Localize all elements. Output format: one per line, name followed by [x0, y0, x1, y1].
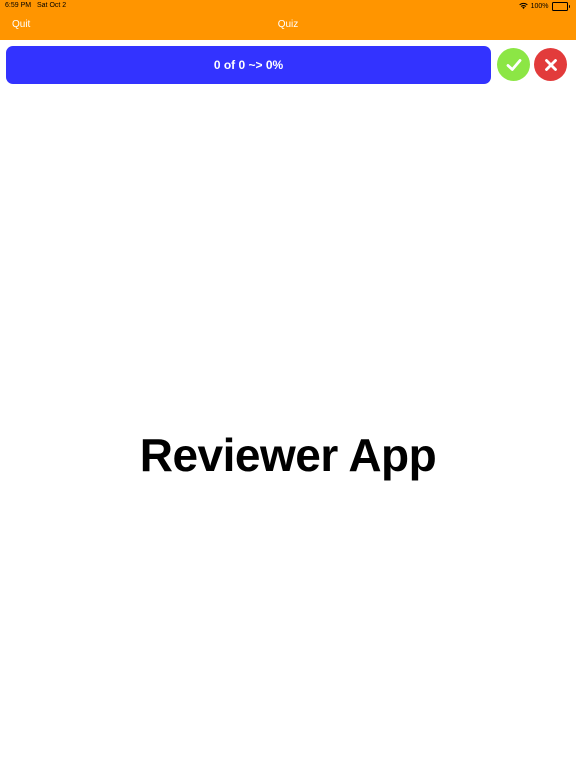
- status-bar: 6:59 PM Sat Oct 2 100%: [0, 0, 576, 12]
- progress-text: 0 of 0 ~> 0%: [213, 58, 284, 72]
- close-icon: [544, 58, 557, 71]
- nav-title: Quiz: [277, 19, 299, 30]
- correct-button[interactable]: [497, 48, 530, 81]
- app-title: Reviewer App: [139, 429, 437, 481]
- status-date: Sat Oct 2: [37, 2, 67, 9]
- battery-icon: [551, 1, 570, 11]
- progress-bar: 0 of 0 ~> 0%: [6, 46, 491, 84]
- screen: 6:59 PM Sat Oct 2 100% Quit Quiz 0 of 0 …: [0, 0, 576, 768]
- wrong-button[interactable]: [534, 48, 567, 81]
- status-indicators: 100%: [518, 1, 570, 11]
- nav-header: 6:59 PM Sat Oct 2 100% Quit Quiz: [0, 0, 576, 40]
- battery-percent: 100%: [530, 2, 549, 10]
- status-time: 6:59 PM: [5, 2, 32, 9]
- wifi-icon: [518, 2, 528, 10]
- checkmark-icon: [506, 58, 521, 71]
